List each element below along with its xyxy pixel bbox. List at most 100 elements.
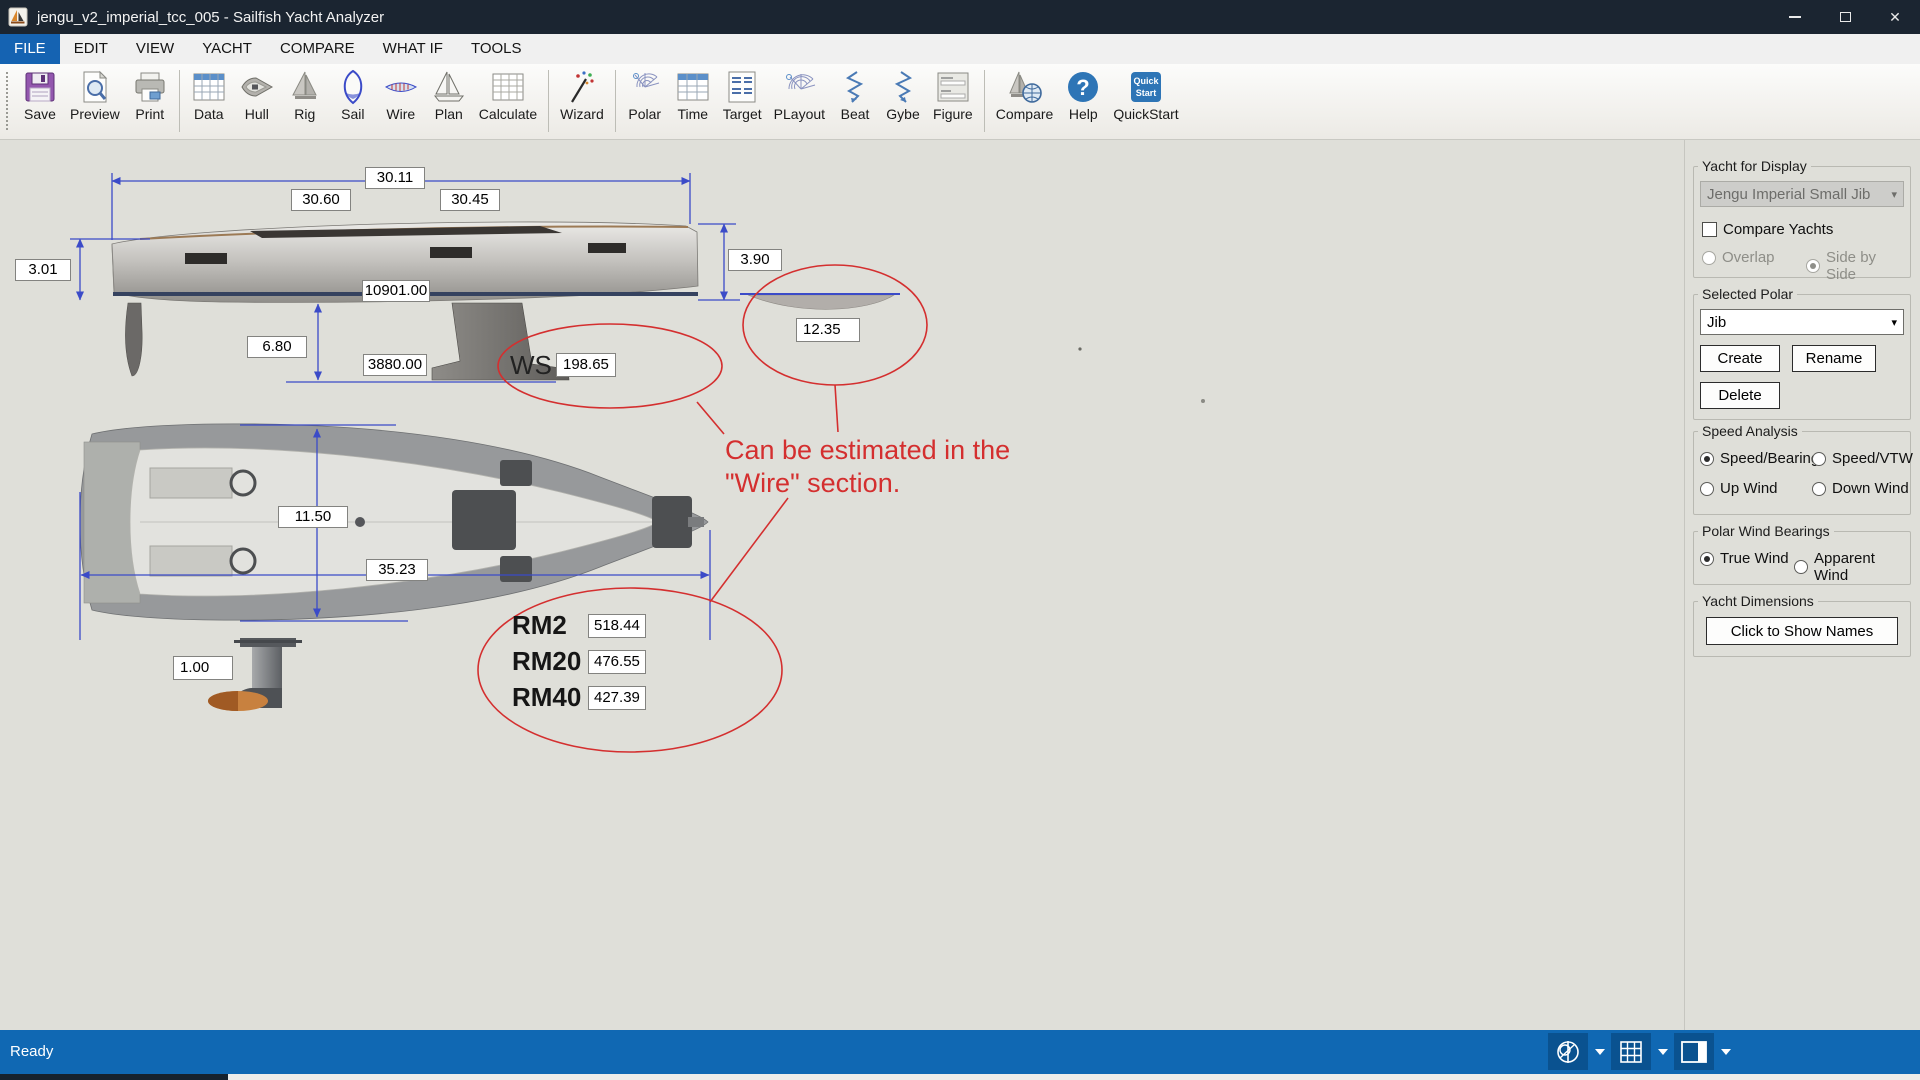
ws-value-field[interactable]: 198.65 <box>556 353 616 377</box>
split-view-button[interactable] <box>1674 1033 1714 1070</box>
toolbar-wizard-label: Wizard <box>560 106 604 122</box>
menu-tools[interactable]: TOOLS <box>457 34 536 64</box>
dim-draft-field[interactable]: 6.80 <box>247 336 307 358</box>
polar-view-dropdown[interactable] <box>1592 1033 1607 1070</box>
toolbar-rig-button[interactable]: Rig <box>281 68 329 122</box>
toolbar-rig-label: Rig <box>294 106 315 122</box>
dim-stern-height-field[interactable]: 3.01 <box>15 259 71 281</box>
toolbar-data-button[interactable]: Data <box>185 68 233 122</box>
dim-length-aft-field[interactable]: 30.45 <box>440 189 500 211</box>
speed-bearing-radio[interactable]: Speed/Bearing <box>1700 450 1819 467</box>
minimize-icon <box>1789 16 1801 18</box>
delete-button[interactable]: Delete <box>1700 382 1780 409</box>
radio-icon <box>1700 452 1714 466</box>
group-yacht-dimensions: Yacht Dimensions Click to Show Names <box>1693 601 1911 657</box>
toolbar-quickstart-button[interactable]: Quick Start QuickStart <box>1107 68 1184 122</box>
group-yacht-dimensions-title: Yacht Dimensions <box>1698 593 1818 609</box>
toolbar-save-label: Save <box>24 106 56 122</box>
radio-icon <box>1702 251 1716 265</box>
up-wind-radio[interactable]: Up Wind <box>1700 480 1778 497</box>
rm20-label: RM20 <box>512 646 581 677</box>
close-button[interactable]: ✕ <box>1870 0 1920 34</box>
annotation-note: Can be estimated in the "Wire" section. <box>725 434 1010 500</box>
toolbar-beat-button[interactable]: Beat <box>831 68 879 122</box>
toolbar-preview-button[interactable]: Preview <box>64 68 126 122</box>
toolbar-polar-button[interactable]: Polar <box>621 68 669 122</box>
toolbar-figure-button[interactable]: Figure <box>927 68 979 122</box>
grid-view-button[interactable] <box>1611 1033 1651 1070</box>
rm2-value-field[interactable]: 518.44 <box>588 614 646 638</box>
show-names-button[interactable]: Click to Show Names <box>1706 617 1898 645</box>
create-button[interactable]: Create <box>1700 345 1780 372</box>
menu-view[interactable]: VIEW <box>122 34 188 64</box>
annotation-note-line1: Can be estimated in the <box>725 434 1010 467</box>
toolbar-help-button[interactable]: ? Help <box>1059 68 1107 122</box>
down-wind-radio[interactable]: Down Wind <box>1812 480 1909 497</box>
toolbar-gybe-button[interactable]: Gybe <box>879 68 927 122</box>
toolbar-plan-button[interactable]: Plan <box>425 68 473 122</box>
wizard-icon <box>564 69 600 105</box>
menu-yacht[interactable]: YACHT <box>188 34 266 64</box>
toolbar-time-button[interactable]: Time <box>669 68 717 122</box>
plan-icon <box>431 69 467 105</box>
ws-label: WS <box>510 350 552 381</box>
polar-view-button[interactable] <box>1548 1033 1588 1070</box>
toolbar-compare-button[interactable]: Compare <box>990 68 1060 122</box>
radio-icon <box>1700 552 1714 566</box>
toolbar: Save Preview Print Data <box>0 64 1920 140</box>
apparent-wind-label: Apparent Wind <box>1814 550 1910 584</box>
compare-yachts-checkbox[interactable]: Compare Yachts <box>1702 221 1833 238</box>
time-table-icon <box>675 69 711 105</box>
bottom-edge <box>0 1074 1920 1080</box>
toolbar-wire-button[interactable]: Wire <box>377 68 425 122</box>
rm20-value-field[interactable]: 476.55 <box>588 650 646 674</box>
toolbar-target-button[interactable]: Target <box>717 68 768 122</box>
dim-keel-field[interactable]: 3880.00 <box>363 354 427 376</box>
toolbar-playout-button[interactable]: PLayout <box>768 68 831 122</box>
dim-loa-field[interactable]: 35.23 <box>366 559 428 581</box>
dim-waterline-field[interactable]: 10901.00 <box>362 280 430 302</box>
radio-icon <box>1794 560 1808 574</box>
menu-whatif[interactable]: WHAT IF <box>369 34 457 64</box>
bottom-edge-light <box>228 1074 1920 1080</box>
split-view-dropdown[interactable] <box>1718 1033 1733 1070</box>
speed-vtw-radio[interactable]: Speed/VTW <box>1812 450 1913 467</box>
menu-edit[interactable]: EDIT <box>60 34 122 64</box>
canvas-speck <box>1201 399 1205 403</box>
rename-button[interactable]: Rename <box>1792 345 1876 372</box>
selected-polar-combo[interactable]: Jib ▾ <box>1700 309 1904 335</box>
toolbar-figure-label: Figure <box>933 106 973 122</box>
save-icon <box>22 69 58 105</box>
dim-beam-field[interactable]: 11.50 <box>278 506 348 528</box>
yacht-display-combo: Jengu Imperial Small Jib ▾ <box>1700 181 1904 207</box>
toolbar-print-button[interactable]: Print <box>126 68 174 122</box>
menu-file[interactable]: FILE <box>0 34 60 64</box>
rm40-value-field[interactable]: 427.39 <box>588 686 646 710</box>
toolbar-hull-button[interactable]: Hull <box>233 68 281 122</box>
hull-icon <box>239 69 275 105</box>
maximize-button[interactable] <box>1820 0 1870 34</box>
dim-scale-field[interactable]: 1.00 <box>173 656 233 680</box>
toolbar-save-button[interactable]: Save <box>16 68 64 122</box>
dim-section-field[interactable]: 12.35 <box>796 318 860 342</box>
dim-length-fwd-field[interactable]: 30.60 <box>291 189 351 211</box>
grid-view-icon <box>1618 1039 1644 1065</box>
menu-compare[interactable]: COMPARE <box>266 34 369 64</box>
toolbar-grip[interactable] <box>6 72 10 130</box>
chevron-down-icon: ▾ <box>1891 188 1897 201</box>
data-table-icon <box>191 69 227 105</box>
true-wind-radio[interactable]: True Wind <box>1700 550 1789 567</box>
toolbar-sail-button[interactable]: Sail <box>329 68 377 122</box>
apparent-wind-radio[interactable]: Apparent Wind <box>1794 550 1910 584</box>
toolbar-plan-label: Plan <box>435 106 463 122</box>
grid-view-dropdown[interactable] <box>1655 1033 1670 1070</box>
figure-icon <box>935 69 971 105</box>
dim-length-total-field[interactable]: 30.11 <box>365 167 425 189</box>
toolbar-wizard-button[interactable]: Wizard <box>554 68 610 122</box>
dim-bow-height-field[interactable]: 3.90 <box>728 249 782 271</box>
toolbar-target-label: Target <box>723 106 762 122</box>
side-panel: Yacht for Display Jengu Imperial Small J… <box>1684 140 1920 1030</box>
toolbar-calculate-button[interactable]: Calculate <box>473 68 543 122</box>
calculate-icon <box>490 69 526 105</box>
minimize-button[interactable] <box>1770 0 1820 34</box>
